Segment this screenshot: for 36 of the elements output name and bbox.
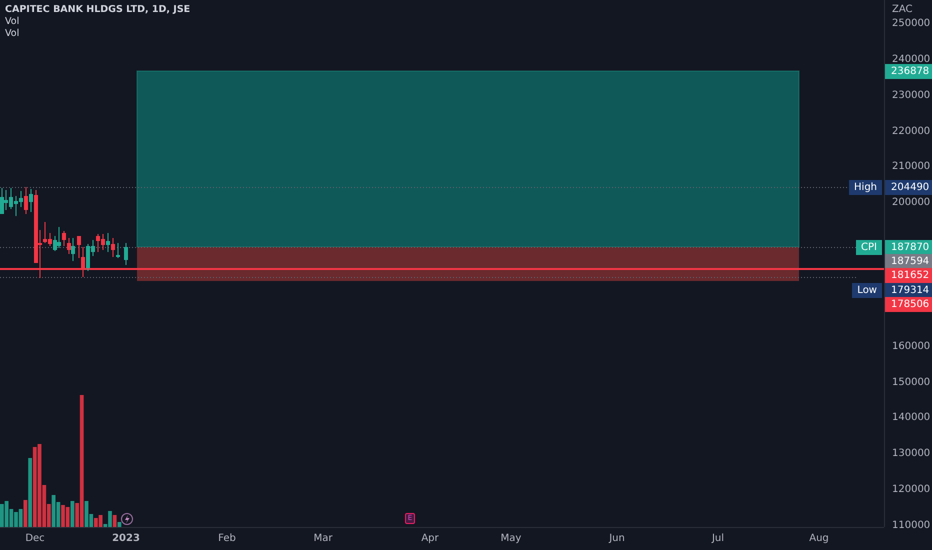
legend-title: CAPITEC BANK HLDGS LTD, 1D, JSE	[5, 4, 190, 16]
price-marker: 236878	[885, 64, 932, 79]
price-marker: 204490	[885, 180, 932, 195]
time-label: May	[500, 533, 522, 544]
time-label: Aug	[809, 533, 829, 544]
price-tick-label: 160000	[892, 340, 930, 353]
currency-label: ZAC	[892, 3, 912, 16]
price-tick-label: 220000	[892, 124, 930, 138]
price-marker: 181652	[885, 268, 932, 283]
price-tick-label: 110000	[892, 519, 930, 532]
price-tick-label: 200000	[892, 196, 930, 210]
price-tick-label: 150000	[892, 376, 930, 389]
price-tick-label: 210000	[892, 160, 930, 174]
price-tick-label: 240000	[892, 52, 930, 66]
price-tick-label: 130000	[892, 447, 930, 460]
price-tick-label: 230000	[892, 88, 930, 102]
legend-label: Vol	[5, 16, 20, 28]
time-label: 2023	[112, 533, 140, 544]
time-label: Apr	[421, 533, 439, 544]
marker-label: Low	[852, 283, 882, 298]
time-label: Jun	[609, 533, 625, 544]
time-label: Mar	[314, 533, 332, 544]
price-tick-label: 250000	[892, 17, 930, 30]
legend-label: Vol	[5, 28, 20, 40]
time-label: Jul	[712, 533, 724, 544]
price-tick-label: 140000	[892, 411, 930, 424]
price-marker: 187870	[885, 240, 932, 255]
price-tick-label: 120000	[892, 483, 930, 496]
marker-label: CPI	[856, 240, 882, 255]
time-label: Dec	[25, 533, 45, 544]
price-marker: 179314	[885, 283, 932, 298]
lightning-icon[interactable]	[121, 513, 133, 525]
price-marker: 187594	[885, 254, 932, 269]
time-label: Feb	[218, 533, 236, 544]
marker-label: High	[849, 180, 882, 195]
price-marker: 178506	[885, 297, 932, 312]
